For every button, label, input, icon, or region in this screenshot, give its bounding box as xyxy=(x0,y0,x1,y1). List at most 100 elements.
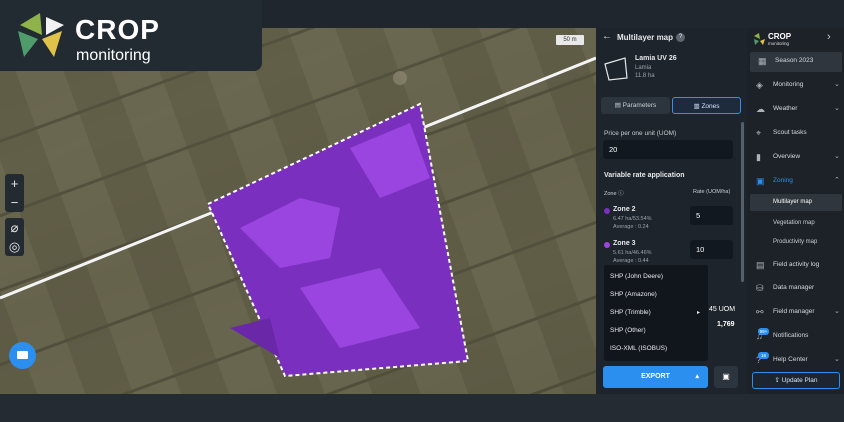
export-option-john-deere[interactable]: SHP (John Deere) xyxy=(610,273,663,280)
bottom-strip xyxy=(0,394,844,422)
export-option-trimble[interactable]: SHP (Trimble) xyxy=(610,309,651,316)
brand-subtitle: monitoring xyxy=(76,47,151,64)
zone-3-rate-input[interactable]: 10 xyxy=(690,240,733,259)
sidebar-item-notifications[interactable]: ♫ 99+ Notifications xyxy=(748,327,844,347)
sidebar-item-label: Monitoring xyxy=(773,81,804,88)
export-dropdown: SHP (John Deere) SHP (Amazone) SHP (Trim… xyxy=(604,265,708,361)
chevron-up-icon: ⌃ xyxy=(834,177,840,184)
sidebar-sub-productivity-map[interactable]: Productivity map xyxy=(773,239,817,245)
tab-zones-label: Zones xyxy=(701,103,720,110)
sidebar-item-label: Field activity log xyxy=(773,261,820,268)
help-badge: 16 xyxy=(758,352,769,359)
log-icon: ▤ xyxy=(756,260,765,270)
chat-icon xyxy=(17,351,28,359)
chat-button[interactable] xyxy=(9,342,36,369)
map-view[interactable]: 50 m + − ⌀ ◎ xyxy=(0,28,596,394)
export-option-other[interactable]: SHP (Other) xyxy=(610,327,646,334)
zone-2-meta: 6.47 ha/53.54% xyxy=(613,216,652,222)
sidebar-brand-subtitle: monitoring xyxy=(768,41,790,46)
sidebar-item-label: Help Center xyxy=(773,356,808,363)
zone-2-dot xyxy=(604,208,610,214)
chevron-down-icon: ⌄ xyxy=(834,356,840,363)
crop-logo-small-icon xyxy=(754,33,765,45)
zone-column-label: Zone xyxy=(604,191,617,197)
total-uom: 45 UOM xyxy=(709,306,736,313)
calendar-icon: ▦ xyxy=(758,56,767,66)
map-scale: 50 m xyxy=(556,35,584,45)
zone-3-name: Zone 3 xyxy=(613,240,636,247)
back-arrow-icon[interactable]: ← xyxy=(602,31,612,42)
database-icon: ⛁ xyxy=(756,283,764,293)
layers-icon: ◈ xyxy=(756,80,763,90)
collapse-sidebar-icon[interactable]: › xyxy=(827,31,831,43)
sidebar-item-help-center[interactable]: ? 16 Help Center ⌄ xyxy=(748,351,844,371)
chevron-down-icon: ⌄ xyxy=(834,105,840,112)
export-label: EXPORT xyxy=(641,373,670,380)
locate-icon[interactable]: ◎ xyxy=(5,237,24,256)
map-canvas xyxy=(0,28,596,394)
panel-tabs: ▤ Parameters ▥ Zones xyxy=(601,97,741,114)
tab-parameters[interactable]: ▤ Parameters xyxy=(601,97,670,114)
chart-icon: ▮ xyxy=(756,152,761,162)
zone-2-name: Zone 2 xyxy=(613,206,636,213)
crop-logo-icon xyxy=(18,13,64,57)
sidebar-item-scout-tasks[interactable]: ⌖ Scout tasks xyxy=(748,124,844,144)
save-icon: ▣ xyxy=(722,372,730,381)
cloud-icon: ☁ xyxy=(756,104,765,114)
export-button[interactable]: EXPORT ▴ xyxy=(603,366,708,388)
ruler-icon[interactable]: ⌀ xyxy=(5,218,24,237)
sidebar-item-overview[interactable]: ▮ Overview ⌄ xyxy=(748,148,844,168)
tab-parameters-label: Parameters xyxy=(622,102,657,109)
field-location: Lamia xyxy=(635,65,652,71)
info-icon[interactable]: ⓘ xyxy=(618,191,624,197)
season-label: Season 2023 xyxy=(775,57,814,64)
export-option-amazone[interactable]: SHP (Amazone) xyxy=(610,291,657,298)
sidebar-item-label: Overview xyxy=(773,153,801,160)
update-plan-button[interactable]: ⇪ Update Plan xyxy=(752,372,840,389)
pin-icon: ⌖ xyxy=(756,128,762,138)
panel-header: ← Multilayer map ? xyxy=(596,28,747,50)
section-title: Variable rate application xyxy=(604,172,685,179)
export-option-isoxml[interactable]: ISO-XML (ISOBUS) xyxy=(610,345,667,352)
season-selector[interactable]: ▦ Season 2023 xyxy=(750,52,842,72)
save-button[interactable]: ▣ xyxy=(714,366,738,388)
sidebar-item-monitoring[interactable]: ◈ Monitoring ⌄ xyxy=(748,76,844,96)
zone-3-dot xyxy=(604,242,610,248)
zone-2-rate-input[interactable]: 5 xyxy=(690,206,733,225)
update-plan-label: Update Plan xyxy=(781,377,818,384)
field-name: Lamia UV 26 xyxy=(635,55,677,62)
sidebar-item-label: Field manager xyxy=(773,308,815,315)
sidebar-item-data-manager[interactable]: ⛁ Data manager xyxy=(748,279,844,299)
chevron-down-icon: ⌄ xyxy=(834,153,840,160)
sidebar-item-label: Scout tasks xyxy=(773,129,807,136)
tab-zones[interactable]: ▥ Zones xyxy=(672,97,741,114)
sidebar-sub-vegetation-map[interactable]: Vegetation map xyxy=(773,220,815,226)
zone-3-average: Average : 0.44 xyxy=(613,258,649,264)
field-area: 11.8 ha xyxy=(635,73,655,79)
field-shape-icon xyxy=(604,57,628,81)
zone-column-header: Zone ⓘ xyxy=(604,189,624,197)
ground-feature xyxy=(393,71,407,85)
sidebar-item-field-manager[interactable]: ⚯ Field manager ⌄ xyxy=(748,303,844,323)
sidebar-item-field-activity-log[interactable]: ▤ Field activity log xyxy=(748,256,844,276)
panel-title: Multilayer map xyxy=(617,33,674,42)
zoom-out-button[interactable]: − xyxy=(5,193,24,212)
zone-3-meta: 5.61 ha/46.46% xyxy=(613,250,652,256)
sidebar: CROP monitoring › ▦ Season 2023 ◈ Monitor… xyxy=(748,28,844,394)
brand-title: CROP xyxy=(75,14,160,45)
sidebar-brand-title: CROP xyxy=(768,32,792,41)
rate-column-header: Rate (UOM/ha) xyxy=(693,189,731,195)
chevron-down-icon: ⌄ xyxy=(834,308,840,315)
sidebar-item-weather[interactable]: ☁ Weather ⌄ xyxy=(748,100,844,120)
zoning-icon: ▣ xyxy=(756,176,765,186)
zoom-in-button[interactable]: + xyxy=(5,174,24,193)
panel-scrollbar[interactable] xyxy=(741,122,744,282)
chevron-right-icon: ▸ xyxy=(697,310,701,316)
upload-icon: ⇪ xyxy=(774,377,780,384)
sidebar-sub-multilayer-map[interactable]: Multilayer map xyxy=(773,199,812,205)
help-icon[interactable]: ? xyxy=(676,33,685,42)
price-label: Price per one unit (UOM) xyxy=(604,130,677,137)
sidebar-item-label: Zoning xyxy=(773,177,793,184)
sidebar-item-zoning[interactable]: ▣ Zoning ⌃ xyxy=(748,172,844,192)
price-input[interactable]: 20 xyxy=(603,140,733,159)
